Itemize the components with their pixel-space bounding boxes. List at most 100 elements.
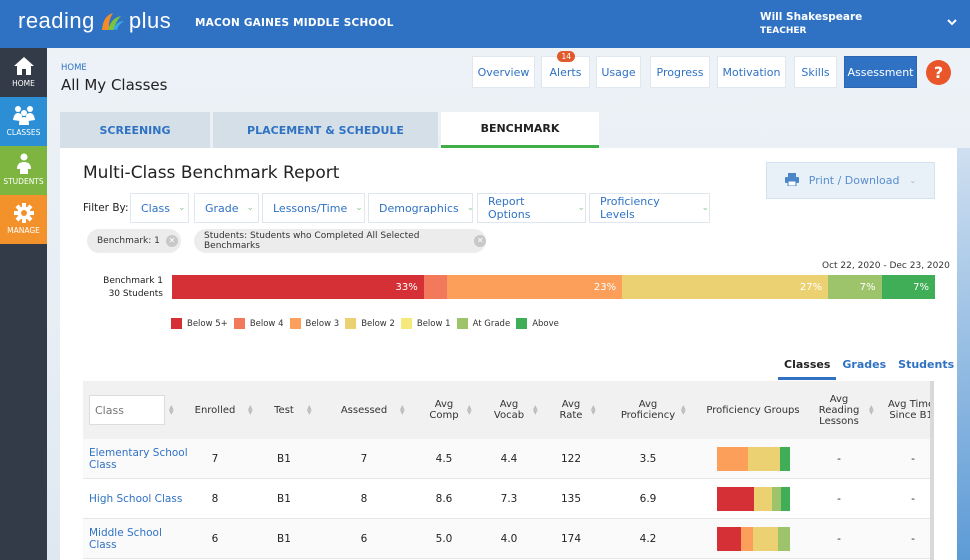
header-proficiency-groups: Proficiency Groups xyxy=(706,404,800,416)
class-name-link[interactable]: Elementary School Class xyxy=(89,439,189,479)
tab-placement-schedule[interactable]: PLACEMENT & SCHEDULE xyxy=(213,112,438,148)
filter-grade-dropdown[interactable]: Grade ⌄ xyxy=(194,193,259,223)
legend-swatch xyxy=(289,318,301,329)
tab-screening[interactable]: SCREENING xyxy=(60,112,210,148)
bar-segment-below-5-[interactable]: 33% xyxy=(172,275,424,299)
filter-lessons-time-dropdown[interactable]: Lessons/Time ⌄ xyxy=(262,193,365,223)
sidebar-label: MANAGE xyxy=(7,226,40,235)
sidebar-label: CLASSES xyxy=(6,128,41,137)
nav-skills-button[interactable]: Skills xyxy=(794,56,837,88)
proficiency-groups-bar[interactable] xyxy=(717,487,790,511)
print-download-label: Print / Download xyxy=(808,174,900,187)
chevron-down-icon: ⌄ xyxy=(177,203,186,213)
sidebar-item-students[interactable]: STUDENTS xyxy=(0,146,47,195)
nav-assessment-button[interactable]: Assessment xyxy=(844,56,917,88)
header-avg-vocab: Avg Vocab xyxy=(493,399,525,421)
sidebar-item-classes[interactable]: CLASSES xyxy=(0,97,47,146)
sort-icon[interactable]: ▲ ▼ xyxy=(533,405,539,416)
group-segment-below-3 xyxy=(717,447,749,471)
legend-item: Below 2 xyxy=(345,318,395,329)
cell-proficiency: 3.5 xyxy=(639,453,657,465)
benchmark-name: Benchmark 1 xyxy=(103,276,163,286)
proficiency-groups-bar[interactable] xyxy=(717,447,790,471)
sidebar-label: HOME xyxy=(12,79,35,88)
tab-benchmark[interactable]: BENCHMARK xyxy=(441,112,599,148)
cell-vocab: 4.0 xyxy=(500,533,518,545)
class-name-link[interactable]: Middle School Class xyxy=(89,519,189,559)
legend-item: Above xyxy=(516,318,559,329)
filter-report-options-dropdown[interactable]: Report Options ⌄ xyxy=(477,193,586,223)
sort-icon[interactable]: ▲ ▼ xyxy=(681,405,687,416)
class-name-link[interactable]: High School Class xyxy=(89,479,189,519)
cell-comp: 8.6 xyxy=(435,493,453,505)
legend-label: Below 2 xyxy=(361,318,395,329)
group-segment-below-2 xyxy=(753,527,778,551)
chevron-down-icon: ⌄ xyxy=(355,203,363,213)
bar-segment-label: 7% xyxy=(913,281,929,293)
sort-icon[interactable]: ▲ ▼ xyxy=(467,405,473,416)
cell-assessed: 6 xyxy=(360,533,368,545)
header-avg-rate: Avg Rate xyxy=(559,399,583,421)
remove-chip-icon[interactable]: ✕ xyxy=(474,235,486,247)
sort-icon[interactable]: ▲ ▼ xyxy=(400,405,406,416)
bar-segment-below-3[interactable]: 23% xyxy=(446,275,623,299)
filter-demographics-dropdown[interactable]: Demographics ⌄ xyxy=(368,193,474,223)
bar-segment-below-2[interactable]: 27% xyxy=(622,275,829,299)
remove-chip-icon[interactable]: ✕ xyxy=(165,235,178,247)
legend-label: Below 1 xyxy=(416,318,451,329)
table-row: High School Class 8 B1 8 8.6 7.3 135 6.9 - - xyxy=(83,479,930,519)
filter-class-dropdown[interactable]: Class ⌄ xyxy=(130,193,189,223)
breadcrumb[interactable]: HOME xyxy=(61,63,87,73)
header-avg-proficiency: Avg Proficiency xyxy=(620,399,676,421)
legend-item: Below 5+ xyxy=(171,318,228,329)
legend-swatch xyxy=(456,318,468,329)
nav-motivation-button[interactable]: Motivation xyxy=(717,56,786,88)
sort-icon[interactable]: ▲ ▼ xyxy=(591,405,597,416)
class-filter-input[interactable] xyxy=(89,395,165,425)
user-menu[interactable]: Will Shakespeare TEACHER xyxy=(760,11,862,36)
bar-segment-above[interactable]: 7% xyxy=(881,275,935,299)
tab-classes[interactable]: Classes xyxy=(778,358,837,380)
bar-segment-at-grade[interactable]: 7% xyxy=(828,275,882,299)
proficiency-groups-bar[interactable] xyxy=(717,527,790,551)
filter-proficiency-levels-dropdown[interactable]: Proficiency Levels ⌄ xyxy=(589,193,710,223)
chevron-down-icon[interactable] xyxy=(946,16,960,30)
page-title: All My Classes xyxy=(61,76,168,94)
legend-item: At Grade xyxy=(456,318,510,329)
sort-icon[interactable]: ▲ ▼ xyxy=(869,405,875,416)
sort-icon[interactable]: ▲ ▼ xyxy=(307,405,313,416)
group-segment-below-2 xyxy=(753,487,772,511)
nav-usage-button[interactable]: Usage xyxy=(596,56,641,88)
classes-icon xyxy=(0,104,47,126)
legend-swatch xyxy=(171,318,182,329)
help-icon[interactable]: ? xyxy=(926,60,951,85)
cell-comp: 5.0 xyxy=(435,533,453,545)
sort-icon[interactable]: ▲ ▼ xyxy=(248,405,254,416)
sidebar-item-manage[interactable]: MANAGE xyxy=(0,195,47,244)
bar-segment-below-4[interactable] xyxy=(423,275,447,299)
filter-chip-students: Students: Students who Completed All Sel… xyxy=(194,229,486,253)
sidebar-item-home[interactable]: HOME xyxy=(0,48,47,97)
header-avg-reading-lessons: Avg Reading Lessons xyxy=(818,393,860,427)
bar-segment-label: 7% xyxy=(859,281,876,293)
legend-label: Below 4 xyxy=(249,318,284,329)
chevron-down-icon: ⌄ xyxy=(909,176,917,185)
tab-students[interactable]: Students xyxy=(892,358,960,380)
benchmark-stacked-bar: 33% 23% 27% 7% 7% xyxy=(172,275,935,299)
cell-time: - xyxy=(911,453,915,465)
legend-swatch xyxy=(516,318,528,329)
reading-plus-logo[interactable]: reading plus xyxy=(18,8,171,34)
tab-grades[interactable]: Grades xyxy=(836,358,892,380)
nav-overview-button[interactable]: Overview xyxy=(472,56,535,88)
nav-progress-button[interactable]: Progress xyxy=(650,56,710,88)
sort-icon[interactable]: ▲ ▼ xyxy=(169,405,175,416)
chip-label: Benchmark: 1 xyxy=(97,236,160,246)
nav-alerts-button[interactable]: Alerts 14 xyxy=(541,51,590,88)
bar-segment-label: 33% xyxy=(395,281,418,293)
legend-item: Below 1 xyxy=(400,318,451,329)
legend-swatch xyxy=(233,318,245,329)
print-download-button[interactable]: Print / Download ⌄ xyxy=(766,162,935,199)
school-name: MACON GAINES MIDDLE SCHOOL xyxy=(195,17,394,29)
cell-proficiency: 4.2 xyxy=(639,533,657,545)
filter-by-label: Filter By: xyxy=(83,202,129,214)
